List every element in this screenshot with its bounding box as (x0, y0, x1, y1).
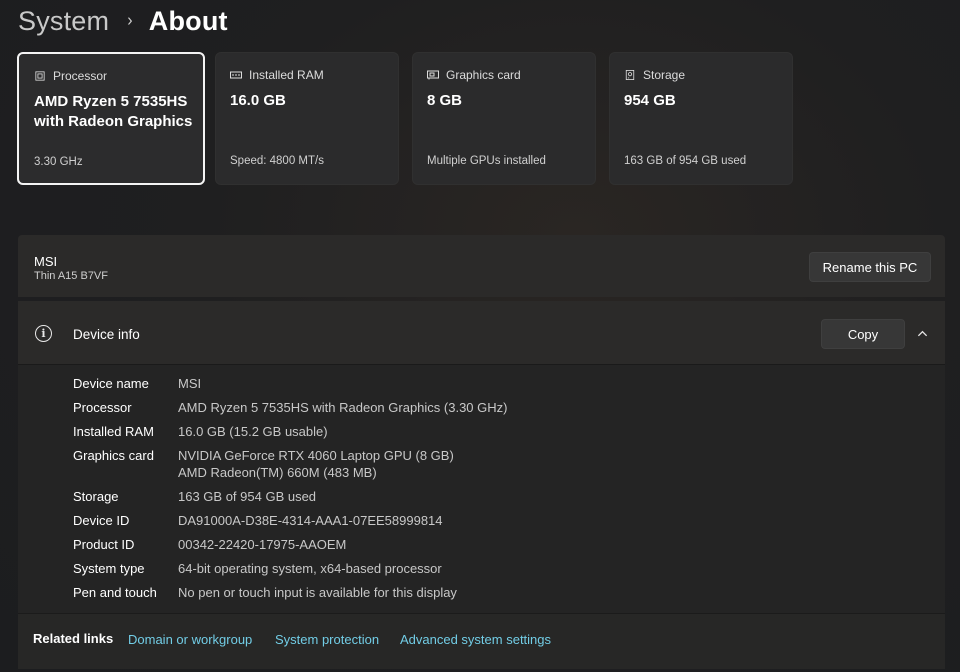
spec-value: 64-bit operating system, x64-based proce… (178, 561, 442, 576)
spec-label: Pen and touch (73, 585, 157, 600)
card-value: 954 GB (624, 92, 676, 109)
spec-value: 00342-22420-17975-AAOEM (178, 537, 347, 552)
spec-value: AMD Radeon(TM) 660M (483 MB) (178, 465, 377, 480)
spec-label: System type (73, 561, 145, 576)
card-processor[interactable]: Processor AMD Ryzen 5 7535HS with Radeon… (17, 52, 205, 185)
card-sub: 3.30 GHz (34, 156, 83, 168)
spec-label: Product ID (73, 537, 135, 552)
copy-button[interactable]: Copy (821, 319, 905, 349)
pc-name-panel: MSI Thin A15 B7VF Rename this PC (18, 235, 945, 297)
related-links-bar: Related links Domain or workgroup System… (18, 613, 945, 669)
spec-label: Device ID (73, 513, 130, 528)
memory-icon (230, 71, 242, 79)
graphics-card-icon (427, 70, 439, 80)
card-label: Processor (53, 69, 108, 83)
spec-label: Storage (73, 489, 119, 504)
link-domain-or-workgroup[interactable]: Domain or workgroup (128, 632, 252, 647)
about-page: System › About Processor AMD Ryzen 5 753… (0, 0, 960, 672)
spec-label: Graphics card (73, 448, 154, 463)
chevron-right-icon: › (127, 11, 133, 30)
card-header: Processor (34, 69, 107, 83)
spec-value: 16.0 GB (15.2 GB usable) (178, 424, 328, 439)
card-sub: Speed: 4800 MT/s (230, 155, 324, 167)
spec-value: MSI (178, 376, 202, 391)
spec-value: NVIDIA GeForce RTX 4060 Laptop GPU (8 GB… (178, 448, 454, 463)
link-system-protection[interactable]: System protection (275, 632, 379, 647)
spec-label: Device name (73, 376, 149, 391)
breadcrumb-system[interactable]: System (18, 6, 109, 37)
card-value: 8 GB (427, 92, 463, 109)
card-header: Graphics card (427, 68, 521, 82)
storage-icon (625, 70, 635, 80)
card-value: AMD Ryzen 5 7535HS with Radeon Graphics (34, 93, 193, 130)
spec-label: Processor (73, 400, 132, 415)
processor-icon (35, 71, 45, 81)
spec-value: AMD Ryzen 5 7535HS with Radeon Graphics … (178, 400, 508, 415)
page-title: About (148, 5, 228, 36)
card-storage[interactable]: Storage 954 GB 163 GB of 954 GB used (609, 52, 793, 185)
related-links-label: Related links (33, 631, 114, 646)
breadcrumb: System › About (18, 4, 228, 38)
card-sub: 163 GB of 954 GB used (624, 155, 747, 167)
card-value: 16.0 GB (230, 92, 286, 109)
card-label: Graphics card (446, 68, 521, 82)
info-icon: i (35, 325, 52, 342)
device-info-panel: i Device info Copy Device name MSI Proce… (18, 301, 945, 669)
chevron-up-icon[interactable] (917, 328, 928, 339)
spec-value: No pen or touch input is available for t… (178, 585, 457, 600)
device-info-title: Device info (73, 327, 140, 342)
card-header: Storage (624, 68, 685, 82)
rename-pc-button[interactable]: Rename this PC (809, 252, 931, 282)
card-label: Storage (643, 68, 686, 82)
spec-value: 163 GB of 954 GB used (178, 489, 317, 504)
card-installed-ram[interactable]: Installed RAM 16.0 GB Speed: 4800 MT/s (215, 52, 399, 185)
pc-name: MSI (34, 254, 58, 269)
link-advanced-system-settings[interactable]: Advanced system settings (400, 632, 551, 647)
card-sub: Multiple GPUs installed (427, 155, 546, 167)
pc-model: Thin A15 B7VF (34, 270, 108, 282)
card-header: Installed RAM (230, 68, 324, 82)
spec-label: Installed RAM (73, 424, 154, 439)
card-graphics[interactable]: Graphics card 8 GB Multiple GPUs install… (412, 52, 596, 185)
card-label: Installed RAM (249, 68, 324, 82)
spec-value: DA91000A-D38E-4314-AAA1-07EE58999814 (178, 513, 443, 528)
device-info-header[interactable]: i Device info Copy (18, 301, 945, 365)
